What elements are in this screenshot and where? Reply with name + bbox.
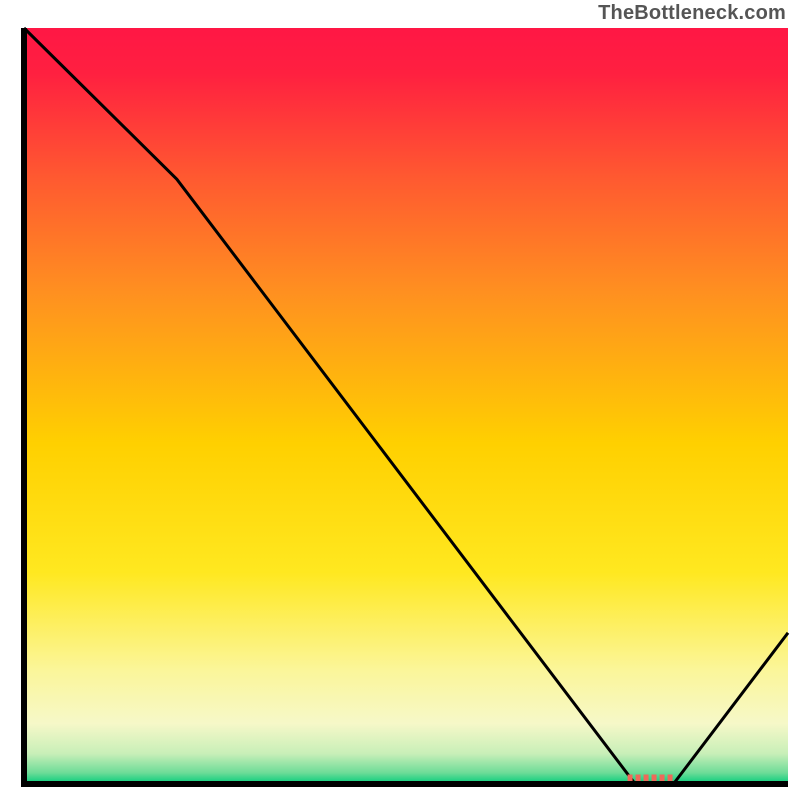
watermark-text: TheBottleneck.com: [598, 2, 786, 25]
chart-container: TheBottleneck.com: [0, 0, 800, 800]
bottleneck-chart: [0, 0, 800, 800]
